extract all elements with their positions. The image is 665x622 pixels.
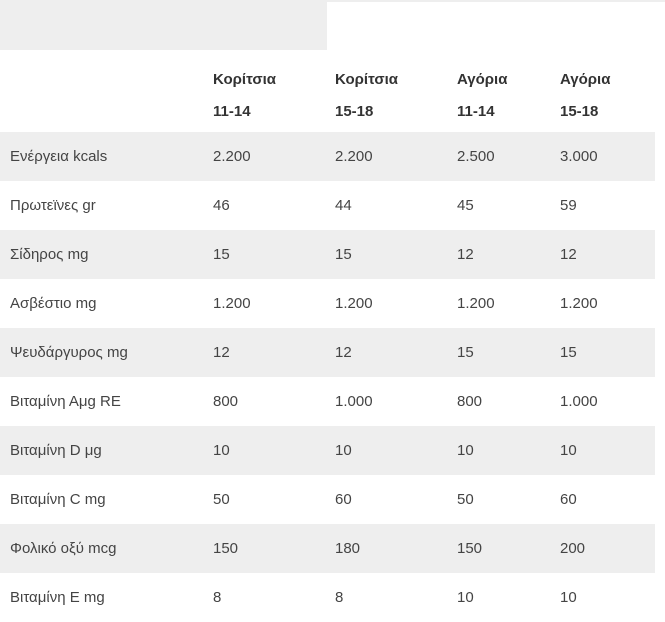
table-cell: 1.200 bbox=[335, 294, 373, 312]
nutrition-table: Κορίτσια 11-14 Κορίτσια 15-18 Αγόρια 11-… bbox=[0, 50, 655, 622]
table-row-folic-acid: Φολικό οξύ mcg 150 180 150 200 bbox=[0, 524, 655, 573]
table-cell: 15 bbox=[560, 343, 577, 361]
row-label: Ενέργεια kcals bbox=[10, 147, 108, 165]
header-label: Αγόρια bbox=[560, 71, 611, 88]
table-row-vitamin-c: Βιταμίνη C mg 50 60 50 60 bbox=[0, 475, 655, 524]
table-row-vitamin-d: Βιταμίνη D μg 10 10 10 10 bbox=[0, 426, 655, 475]
table-cell: 1.200 bbox=[560, 294, 598, 312]
table-cell: 800 bbox=[213, 392, 239, 410]
table-cell: 12 bbox=[335, 343, 352, 361]
header-label: Κορίτσια bbox=[335, 71, 399, 88]
table-cell: 2.500 bbox=[457, 147, 495, 165]
table-cell: 44 bbox=[335, 196, 352, 214]
header-age-range: 11-14 bbox=[457, 103, 495, 120]
table-cell: 8 bbox=[213, 588, 222, 606]
row-label: Ψευδάργυρος mg bbox=[10, 343, 128, 361]
table-cell: 200 bbox=[560, 539, 586, 557]
table-cell: 10 bbox=[457, 588, 474, 606]
table-row-energy: Ενέργεια kcals 2.200 2.200 2.500 3.000 bbox=[0, 132, 655, 181]
table-cell: 2.200 bbox=[213, 147, 251, 165]
table-cell: 45 bbox=[457, 196, 474, 214]
table-cell: 150 bbox=[213, 539, 239, 557]
table-cell: 1.000 bbox=[335, 392, 373, 410]
header-age-range: 15-18 bbox=[560, 103, 599, 120]
table-cell: 50 bbox=[457, 490, 474, 508]
table-cell: 1.200 bbox=[213, 294, 251, 312]
table-row-iron: Σίδηρος mg 15 15 12 12 bbox=[0, 230, 655, 279]
header-boys-15-18: Αγόρια 15-18 bbox=[560, 50, 655, 128]
table-cell: 150 bbox=[457, 539, 483, 557]
table-cell: 10 bbox=[560, 588, 577, 606]
row-label: Σίδηρος mg bbox=[10, 245, 89, 263]
table-cell: 59 bbox=[560, 196, 577, 214]
table-row-protein: Πρωτεϊνες gr 46 44 45 59 bbox=[0, 181, 655, 230]
top-empty-cell bbox=[0, 2, 327, 50]
table-cell: 15 bbox=[457, 343, 474, 361]
header-label: Κορίτσια bbox=[213, 71, 277, 88]
row-label: Πρωτεϊνες gr bbox=[10, 196, 96, 214]
header-empty-cell bbox=[0, 50, 213, 64]
table-cell: 10 bbox=[335, 441, 352, 459]
row-label: Φολικό οξύ mcg bbox=[10, 539, 117, 557]
table-cell: 1.000 bbox=[560, 392, 598, 410]
header-label: Αγόρια bbox=[457, 71, 508, 88]
table-cell: 10 bbox=[560, 441, 577, 459]
table-cell: 60 bbox=[335, 490, 352, 508]
table-cell: 60 bbox=[560, 490, 577, 508]
table-cell: 15 bbox=[213, 245, 230, 263]
table-cell: 12 bbox=[213, 343, 230, 361]
table-header-row: Κορίτσια 11-14 Κορίτσια 15-18 Αγόρια 11-… bbox=[0, 50, 655, 132]
table-cell: 50 bbox=[213, 490, 230, 508]
table-cell: 180 bbox=[335, 539, 361, 557]
table-cell: 800 bbox=[457, 392, 483, 410]
table-cell: 8 bbox=[335, 588, 344, 606]
header-age-range: 15-18 bbox=[335, 103, 374, 120]
header-girls-15-18: Κορίτσια 15-18 bbox=[335, 50, 457, 128]
table-cell: 12 bbox=[560, 245, 577, 263]
table-cell: 15 bbox=[335, 245, 352, 263]
row-label: Βιταμίνη C mg bbox=[10, 490, 106, 508]
table-cell: 3.000 bbox=[560, 147, 598, 165]
table-cell: 46 bbox=[213, 196, 230, 214]
header-age-range: 11-14 bbox=[213, 103, 251, 120]
row-label: Βιταμίνη Αμg RE bbox=[10, 392, 121, 410]
table-row-vitamin-e: Βιταμίνη Ε mg 8 8 10 10 bbox=[0, 573, 655, 622]
table-row-vitamin-a: Βιταμίνη Αμg RE 800 1.000 800 1.000 bbox=[0, 377, 655, 426]
table-row-calcium: Ασβέστιο mg 1.200 1.200 1.200 1.200 bbox=[0, 279, 655, 328]
row-label: Ασβέστιο mg bbox=[10, 294, 97, 312]
table-cell: 1.200 bbox=[457, 294, 495, 312]
table-cell: 10 bbox=[213, 441, 230, 459]
table-cell: 10 bbox=[457, 441, 474, 459]
table-cell: 12 bbox=[457, 245, 474, 263]
header-girls-11-14: Κορίτσια 11-14 bbox=[213, 50, 335, 128]
header-boys-11-14: Αγόρια 11-14 bbox=[457, 50, 560, 128]
row-label: Βιταμίνη D μg bbox=[10, 441, 102, 459]
row-label: Βιταμίνη Ε mg bbox=[10, 588, 105, 606]
table-row-zinc: Ψευδάργυρος mg 12 12 15 15 bbox=[0, 328, 655, 377]
table-cell: 2.200 bbox=[335, 147, 373, 165]
